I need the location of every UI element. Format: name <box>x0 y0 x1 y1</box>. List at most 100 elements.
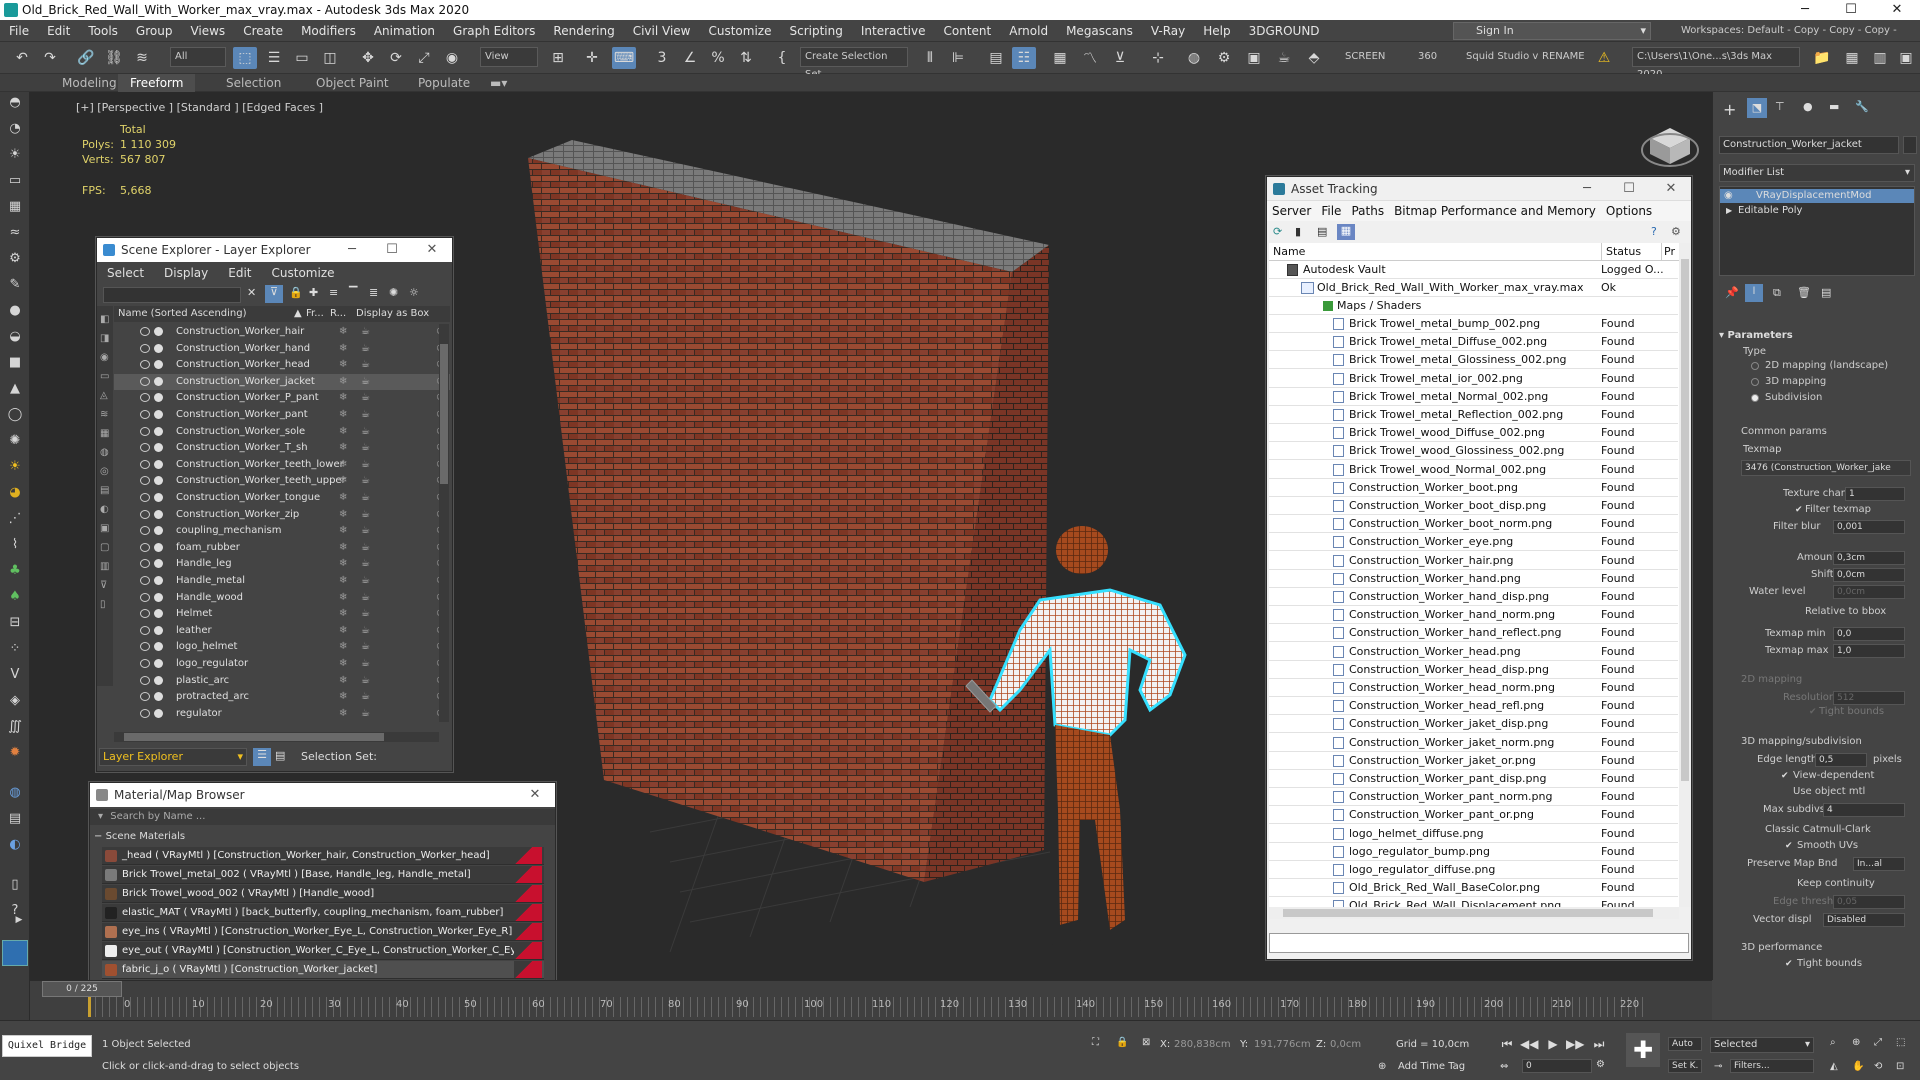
add-to-layer-icon[interactable]: ▔ <box>349 286 357 299</box>
freeze-dot-icon[interactable] <box>154 459 163 469</box>
vector-displ-dropdown[interactable]: Disabled <box>1823 913 1905 927</box>
scrollbar-thumb[interactable] <box>1681 259 1689 781</box>
scene-row[interactable]: logo_helmet❄☕⊘ <box>114 639 450 655</box>
freeze-dot-icon[interactable] <box>154 642 163 652</box>
visibility-eye-icon[interactable] <box>140 642 150 652</box>
freeze-dot-icon[interactable] <box>154 476 163 486</box>
renderable-icon[interactable]: ☕ <box>361 440 370 456</box>
object-name-field[interactable]: Construction_Worker_jacket <box>1719 136 1899 154</box>
renderable-icon[interactable]: ☕ <box>361 341 370 357</box>
view-cube[interactable] <box>1640 120 1700 170</box>
screen-button[interactable]: SCREEN <box>1345 51 1385 62</box>
freeze-dot-icon[interactable] <box>154 526 163 536</box>
menu-modifiers[interactable]: Modifiers <box>292 24 365 38</box>
modifier-list-dropdown[interactable]: Modifier List ▾ <box>1719 164 1915 182</box>
menu-content[interactable]: Content <box>935 24 1001 38</box>
go-to-end-icon[interactable]: ⏭ <box>1590 1035 1608 1053</box>
frozen-icon[interactable]: ❄ <box>339 341 347 357</box>
quixel-bridge-button[interactable]: Quixel Bridge <box>2 1035 92 1057</box>
texmap-button[interactable]: 3476 (Construction_Worker_jake <box>1741 460 1911 476</box>
hierarchy-tab-icon[interactable]: ⊤ <box>1775 100 1785 113</box>
renderable-icon[interactable]: ☕ <box>361 324 370 340</box>
asset-row[interactable]: Construction_Worker_boot_norm.png Found <box>1269 515 1678 534</box>
asset-row[interactable]: Construction_Worker_hair.png Found <box>1269 552 1678 570</box>
create-helper-icon[interactable]: ▦ <box>5 196 25 216</box>
texture-chan-spinner[interactable]: 1 <box>1845 487 1905 501</box>
play-icon[interactable]: ▶ <box>1544 1035 1562 1053</box>
percent-snap-icon[interactable]: % <box>706 47 730 69</box>
remove-modifier-icon[interactable]: 🗑 <box>1797 286 1811 299</box>
column-frozen[interactable]: Fr... <box>306 306 324 322</box>
renderable-icon[interactable]: ☕ <box>361 540 370 556</box>
render-elements-icon[interactable]: ◐ <box>5 834 25 854</box>
filter-blur-spinner[interactable]: 0,001 <box>1833 520 1905 534</box>
visibility-eye-icon[interactable] <box>140 576 150 585</box>
scene-row[interactable]: Construction_Worker_P_pant❄☕⊘ <box>114 390 450 406</box>
dome-light-icon[interactable]: ◕ <box>5 482 25 502</box>
minimize-icon[interactable]: ─ <box>1782 0 1828 20</box>
column-display-as-box[interactable]: Display as Box <box>356 306 429 322</box>
box-icon[interactable]: ■ <box>5 352 25 372</box>
menu-edit[interactable]: Edit <box>38 24 79 38</box>
link-icon[interactable]: 🔗 <box>74 47 98 69</box>
paint-icon[interactable]: ✎ <box>5 274 25 294</box>
asset-row[interactable]: Brick Trowel_metal_ior_002.png Found <box>1269 370 1678 388</box>
field-of-view-icon[interactable]: ◭ <box>1830 1061 1838 1072</box>
select-object-icon[interactable]: ⬚ <box>233 47 257 69</box>
fur-icon[interactable]: ∭ <box>5 716 25 736</box>
frozen-icon[interactable]: ❄ <box>339 424 347 440</box>
redo-icon[interactable]: ↷ <box>38 47 62 69</box>
radio-subdivision[interactable] <box>1751 394 1759 402</box>
asset-row[interactable]: Construction_Worker_jaket_or.png Found <box>1269 752 1678 770</box>
bind-spacewarp-icon[interactable]: ≋ <box>130 47 154 69</box>
mirror-icon[interactable]: ⫴ <box>918 47 942 69</box>
absolute-mode-icon[interactable]: ⊠ <box>1142 1037 1150 1048</box>
refresh-icon[interactable]: ⟳ <box>1273 225 1282 238</box>
maximize-icon[interactable]: ☐ <box>372 238 412 262</box>
scene-side-icons[interactable]: ◧ ◨ ◉ ▭ ◬ ≋ ▦ ◍ ◎ ▤ ◐ ▣ ▢ ▥ ⊽ ▯ <box>100 310 112 614</box>
screen-360-button[interactable]: 360 <box>1418 51 1437 62</box>
visibility-eye-icon[interactable] <box>140 327 150 336</box>
pivot-icon[interactable]: ⊞ <box>546 47 570 69</box>
frozen-icon[interactable]: ❄ <box>339 507 347 523</box>
ivy-icon[interactable]: ♠ <box>5 586 25 606</box>
new-layer-icon[interactable]: ✚ <box>309 286 318 299</box>
scene-search-input[interactable] <box>103 287 241 303</box>
set-key-big-icon[interactable]: ✚ <box>1626 1033 1660 1067</box>
tab-selection[interactable]: Selection <box>226 76 281 90</box>
menu-rendering[interactable]: Rendering <box>544 24 623 38</box>
configure-sets-icon[interactable]: ▤ <box>1821 286 1831 299</box>
menu-file[interactable]: File <box>0 24 38 38</box>
place-icon[interactable]: ◉ <box>440 47 464 69</box>
layers-icon[interactable]: ≣ <box>369 286 378 299</box>
render-setup-icon[interactable]: ⚙ <box>1212 47 1236 69</box>
scene-row[interactable]: coupling_mechanism❄☕⊘ <box>114 523 450 539</box>
asset-row[interactable]: Old_Brick_Red_Wall_Displacement.png Found <box>1269 897 1678 907</box>
menu-bitmap-performance[interactable]: Bitmap Performance and Memory <box>1389 204 1601 218</box>
modify-tab-icon[interactable]: ⬔ <box>1747 98 1767 118</box>
frozen-icon[interactable]: ❄ <box>339 689 347 705</box>
column-status[interactable]: Status <box>1601 243 1641 261</box>
checkout-icon[interactable]: ▮ <box>1295 225 1301 238</box>
selection-filter-dropdown[interactable]: All <box>170 47 226 67</box>
maximize-icon[interactable]: ☐ <box>1828 0 1874 20</box>
zoom-extents-all-icon[interactable]: ⬚ <box>1896 1037 1905 1048</box>
list-view-icon[interactable]: ▤ <box>1317 225 1327 238</box>
material-row[interactable]: elastic_MAT ( VRayMtl ) [back_butterfly,… <box>102 904 544 922</box>
scene-row[interactable]: Construction_Worker_zip❄☕⊘ <box>114 507 450 523</box>
snaps-toggle-icon[interactable]: 3 <box>650 47 674 69</box>
renderable-icon[interactable]: ☕ <box>361 573 370 589</box>
menu-customize[interactable]: Customize <box>262 266 345 280</box>
motion-tab-icon[interactable]: ● <box>1803 100 1813 113</box>
edge-thresh-spinner[interactable]: 0,05 <box>1833 895 1905 909</box>
visibility-eye-icon[interactable] <box>140 443 150 453</box>
column-name[interactable]: Name <box>1273 243 1305 261</box>
asset-row[interactable]: Brick Trowel_metal_Glossiness_002.png Fou… <box>1269 351 1678 370</box>
asset-row-maps-group[interactable]: Maps / Shaders <box>1269 297 1678 315</box>
freeze-dot-icon[interactable] <box>154 376 163 386</box>
scene-explorer-icon[interactable]: ☷ <box>1012 47 1036 69</box>
freeze-dot-icon[interactable] <box>154 576 163 585</box>
scene-row[interactable]: logo_regulator❄☕⊘ <box>114 656 450 672</box>
radio-2d-mapping[interactable] <box>1751 362 1759 370</box>
settings-icon[interactable]: ⚙ <box>1671 225 1681 238</box>
